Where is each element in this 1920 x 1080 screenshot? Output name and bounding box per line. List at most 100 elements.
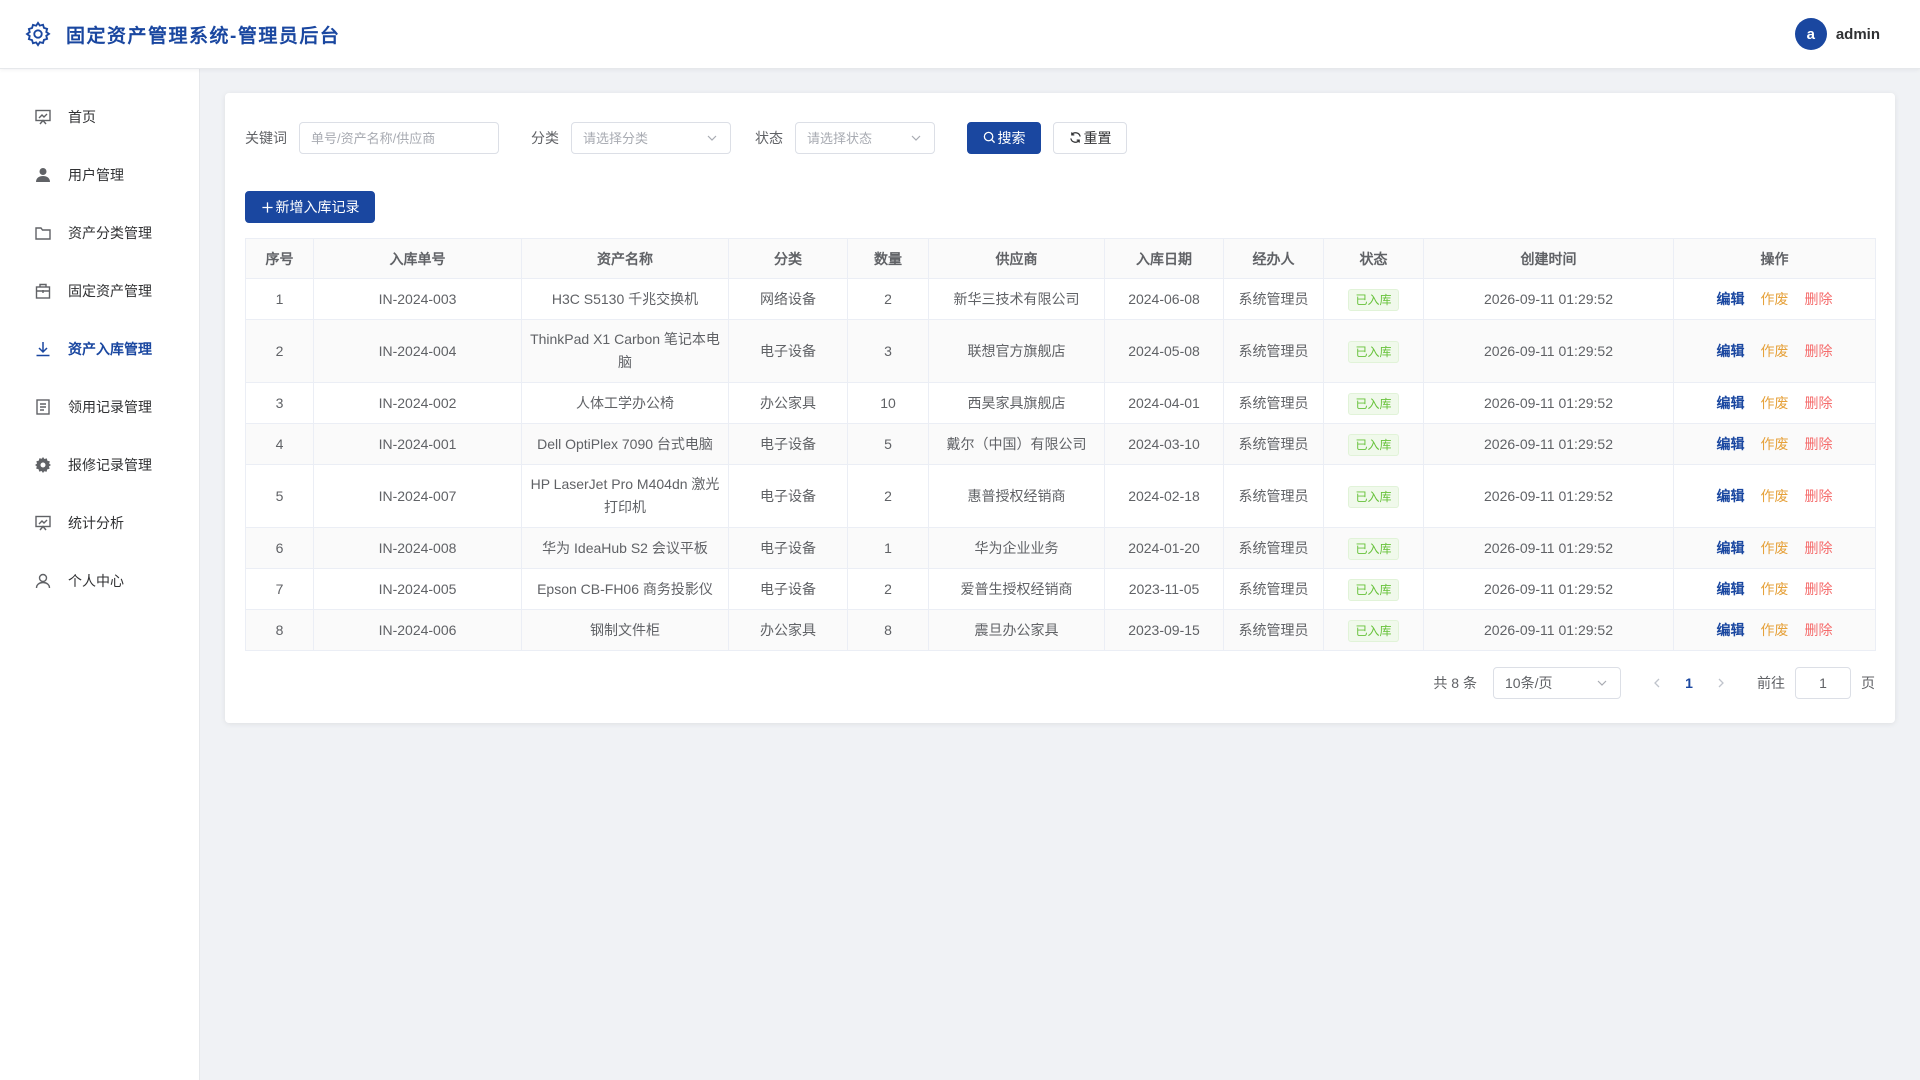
cell-handler: 系统管理员: [1223, 464, 1324, 528]
cell-supplier: 西昊家具旗舰店: [928, 382, 1105, 424]
delete-link[interactable]: 删除: [1805, 622, 1833, 638]
keyword-input[interactable]: 单号/资产名称/供应商: [299, 121, 499, 154]
column-header: 入库单号: [313, 238, 522, 279]
next-page-button[interactable]: [1705, 667, 1737, 699]
cell-supplier: 戴尔（中国）有限公司: [928, 423, 1105, 465]
delete-link[interactable]: 删除: [1805, 395, 1833, 411]
cell-created: 2026-09-11 01:29:52: [1423, 527, 1674, 569]
user-menu[interactable]: a admin: [1794, 18, 1896, 50]
edit-link[interactable]: 编辑: [1717, 436, 1745, 452]
status-badge: 已入库: [1348, 485, 1399, 508]
edit-link[interactable]: 编辑: [1717, 581, 1745, 597]
sidebar-item-label: 固定资产管理: [68, 283, 152, 299]
cell-actions: 编辑 作废 删除: [1673, 609, 1876, 651]
table-row: 1 IN-2024-003 H3C S5130 千兆交换机 网络设备 2 新华三…: [245, 278, 1876, 320]
table-header-row: 序号 入库单号 资产名称 分类 数量 供应商 入库日期 经办人 状态 创建时间 …: [245, 238, 1876, 279]
page-suffix: 页: [1861, 675, 1875, 691]
chevron-down-icon: [1596, 677, 1608, 689]
sidebar-item-repair[interactable]: 报修记录管理: [0, 436, 199, 494]
reset-button[interactable]: 重置: [1053, 121, 1127, 154]
edit-link[interactable]: 编辑: [1717, 622, 1745, 638]
sidebar-item-asset-inbound[interactable]: 资产入库管理: [0, 320, 199, 378]
cell-date: 2024-01-20: [1104, 527, 1224, 569]
username[interactable]: admin: [1836, 26, 1880, 43]
void-link[interactable]: 作废: [1761, 540, 1789, 556]
cell-supplier: 震旦办公家具: [928, 609, 1105, 651]
delete-link[interactable]: 删除: [1805, 581, 1833, 597]
status-select[interactable]: 请选择状态: [795, 121, 935, 154]
cell-code: IN-2024-004: [313, 319, 522, 383]
cell-code: IN-2024-003: [313, 278, 522, 320]
sidebar-item-label: 用户管理: [68, 167, 124, 183]
cell-date: 2024-06-08: [1104, 278, 1224, 320]
cell-actions: 编辑 作废 删除: [1673, 382, 1876, 424]
cell-status: 已入库: [1323, 382, 1424, 424]
edit-link[interactable]: 编辑: [1717, 343, 1745, 359]
avatar[interactable]: a: [1794, 18, 1827, 50]
cell-status: 已入库: [1323, 319, 1424, 383]
void-link[interactable]: 作废: [1761, 488, 1789, 504]
status-badge: 已入库: [1348, 578, 1399, 601]
cell-actions: 编辑 作废 删除: [1673, 527, 1876, 569]
cell-status: 已入库: [1323, 568, 1424, 610]
download-icon: [34, 340, 52, 358]
void-link[interactable]: 作废: [1761, 622, 1789, 638]
column-header: 分类: [728, 238, 848, 279]
monitor-chart-icon: [34, 514, 52, 532]
category-select[interactable]: 请选择分类: [571, 121, 731, 154]
edit-link[interactable]: 编辑: [1717, 395, 1745, 411]
cell-no: 8: [245, 609, 314, 651]
sidebar-item-asset-category[interactable]: 资产分类管理: [0, 204, 199, 262]
refresh-icon: [1069, 132, 1081, 143]
search-button-label: 搜索: [997, 129, 1026, 146]
plus-icon: [261, 201, 273, 213]
sidebar-item-fixed-asset[interactable]: 固定资产管理: [0, 262, 199, 320]
edit-link[interactable]: 编辑: [1717, 291, 1745, 307]
edit-link[interactable]: 编辑: [1717, 488, 1745, 504]
cell-handler: 系统管理员: [1223, 319, 1324, 383]
void-link[interactable]: 作废: [1761, 291, 1789, 307]
delete-link[interactable]: 删除: [1805, 291, 1833, 307]
cell-created: 2026-09-11 01:29:52: [1423, 464, 1674, 528]
page-size-select[interactable]: 10条/页: [1493, 667, 1621, 699]
prev-page-button[interactable]: [1641, 667, 1673, 699]
status-badge: 已入库: [1348, 433, 1399, 456]
sidebar-item-profile[interactable]: 个人中心: [0, 552, 199, 610]
cell-date: 2023-11-05: [1104, 568, 1224, 610]
add-inbound-button[interactable]: 新增入库记录: [245, 191, 375, 223]
column-header: 数量: [847, 238, 929, 279]
status-placeholder: 请选择状态: [807, 131, 873, 146]
sidebar-item-statistics[interactable]: 统计分析: [0, 494, 199, 552]
delete-link[interactable]: 删除: [1805, 540, 1833, 556]
sidebar-item-home[interactable]: 首页: [0, 88, 199, 146]
delete-link[interactable]: 删除: [1805, 436, 1833, 452]
cell-created: 2026-09-11 01:29:52: [1423, 382, 1674, 424]
void-link[interactable]: 作废: [1761, 436, 1789, 452]
sidebar-item-users[interactable]: 用户管理: [0, 146, 199, 204]
cell-supplier: 惠普授权经销商: [928, 464, 1105, 528]
delete-link[interactable]: 删除: [1805, 488, 1833, 504]
edit-link[interactable]: 编辑: [1717, 540, 1745, 556]
cell-code: IN-2024-001: [313, 423, 522, 465]
cell-created: 2026-09-11 01:29:52: [1423, 568, 1674, 610]
cell-category: 办公家具: [728, 609, 848, 651]
table-row: 2 IN-2024-004 ThinkPad X1 Carbon 笔记本电脑 电…: [245, 319, 1876, 383]
void-link[interactable]: 作废: [1761, 343, 1789, 359]
delete-link[interactable]: 删除: [1805, 343, 1833, 359]
goto-page-input[interactable]: 1: [1795, 667, 1851, 699]
column-header: 入库日期: [1104, 238, 1224, 279]
void-link[interactable]: 作废: [1761, 395, 1789, 411]
cell-supplier: 新华三技术有限公司: [928, 278, 1105, 320]
status-badge: 已入库: [1348, 619, 1399, 642]
search-button[interactable]: 搜索: [967, 121, 1041, 154]
gear-icon: [34, 456, 52, 474]
cell-actions: 编辑 作废 删除: [1673, 278, 1876, 320]
cell-category: 电子设备: [728, 319, 848, 383]
page-number-current[interactable]: 1: [1673, 667, 1705, 699]
void-link[interactable]: 作废: [1761, 581, 1789, 597]
sidebar-item-label: 统计分析: [68, 515, 124, 531]
content-card: 关键词 单号/资产名称/供应商 分类 请选择分类 状态 请选择状态 搜索 重置 …: [225, 93, 1895, 723]
cell-date: 2024-04-01: [1104, 382, 1224, 424]
user-filled-icon: [34, 166, 52, 184]
sidebar-item-requisition[interactable]: 领用记录管理: [0, 378, 199, 436]
